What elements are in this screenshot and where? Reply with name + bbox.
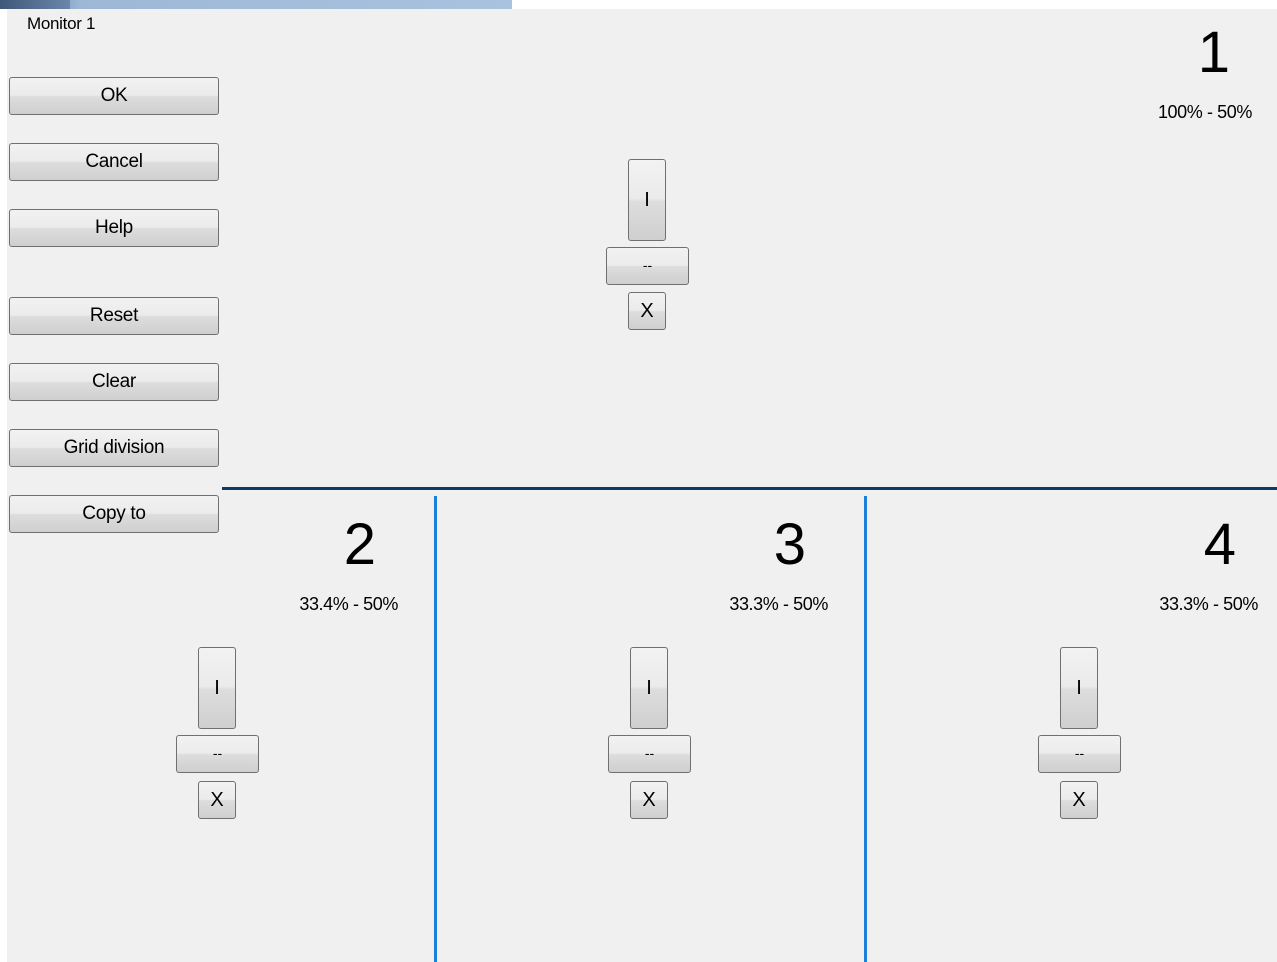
- title-bar-strip: [0, 0, 512, 9]
- zone-3-close-button[interactable]: X: [630, 781, 668, 819]
- copy-to-button[interactable]: Copy to: [9, 495, 219, 533]
- vertical-split-divider-1[interactable]: [434, 496, 437, 962]
- zone-4-percent: 33.3% - 50%: [1159, 594, 1258, 614]
- zone-3-percent: 33.3% - 50%: [729, 594, 828, 614]
- reset-button[interactable]: Reset: [9, 297, 219, 335]
- clear-button[interactable]: Clear: [9, 363, 219, 401]
- monitor-label: Monitor 1: [27, 14, 96, 33]
- vertical-split-divider-2[interactable]: [864, 496, 867, 962]
- zone-1-horizontal-split-button[interactable]: --: [606, 247, 689, 285]
- grid-division-button[interactable]: Grid division: [9, 429, 219, 467]
- title-bar-icon-area: [0, 0, 70, 9]
- zone-1-number: 1: [1197, 20, 1230, 85]
- ok-button[interactable]: OK: [9, 77, 219, 115]
- zone-2-horizontal-split-button[interactable]: --: [176, 735, 259, 773]
- zone-2-number: 2: [343, 512, 376, 577]
- zone-2-percent: 33.4% - 50%: [299, 594, 398, 614]
- zone-4-number: 4: [1203, 512, 1236, 577]
- zone-4-close-button[interactable]: X: [1060, 781, 1098, 819]
- help-button[interactable]: Help: [9, 209, 219, 247]
- cancel-button[interactable]: Cancel: [9, 143, 219, 181]
- horizontal-split-divider[interactable]: [222, 487, 1277, 490]
- zone-4-vertical-split-button[interactable]: I: [1060, 647, 1098, 729]
- zone-1-vertical-split-button[interactable]: I: [628, 159, 666, 241]
- zone-2-close-button[interactable]: X: [198, 781, 236, 819]
- zone-3-number: 3: [773, 512, 806, 577]
- zone-2-vertical-split-button[interactable]: I: [198, 647, 236, 729]
- zone-3-horizontal-split-button[interactable]: --: [608, 735, 691, 773]
- zone-1-close-button[interactable]: X: [628, 292, 666, 330]
- zone-3-vertical-split-button[interactable]: I: [630, 647, 668, 729]
- zone-1-percent: 100% - 50%: [1157, 102, 1252, 122]
- zone-4-horizontal-split-button[interactable]: --: [1038, 735, 1121, 773]
